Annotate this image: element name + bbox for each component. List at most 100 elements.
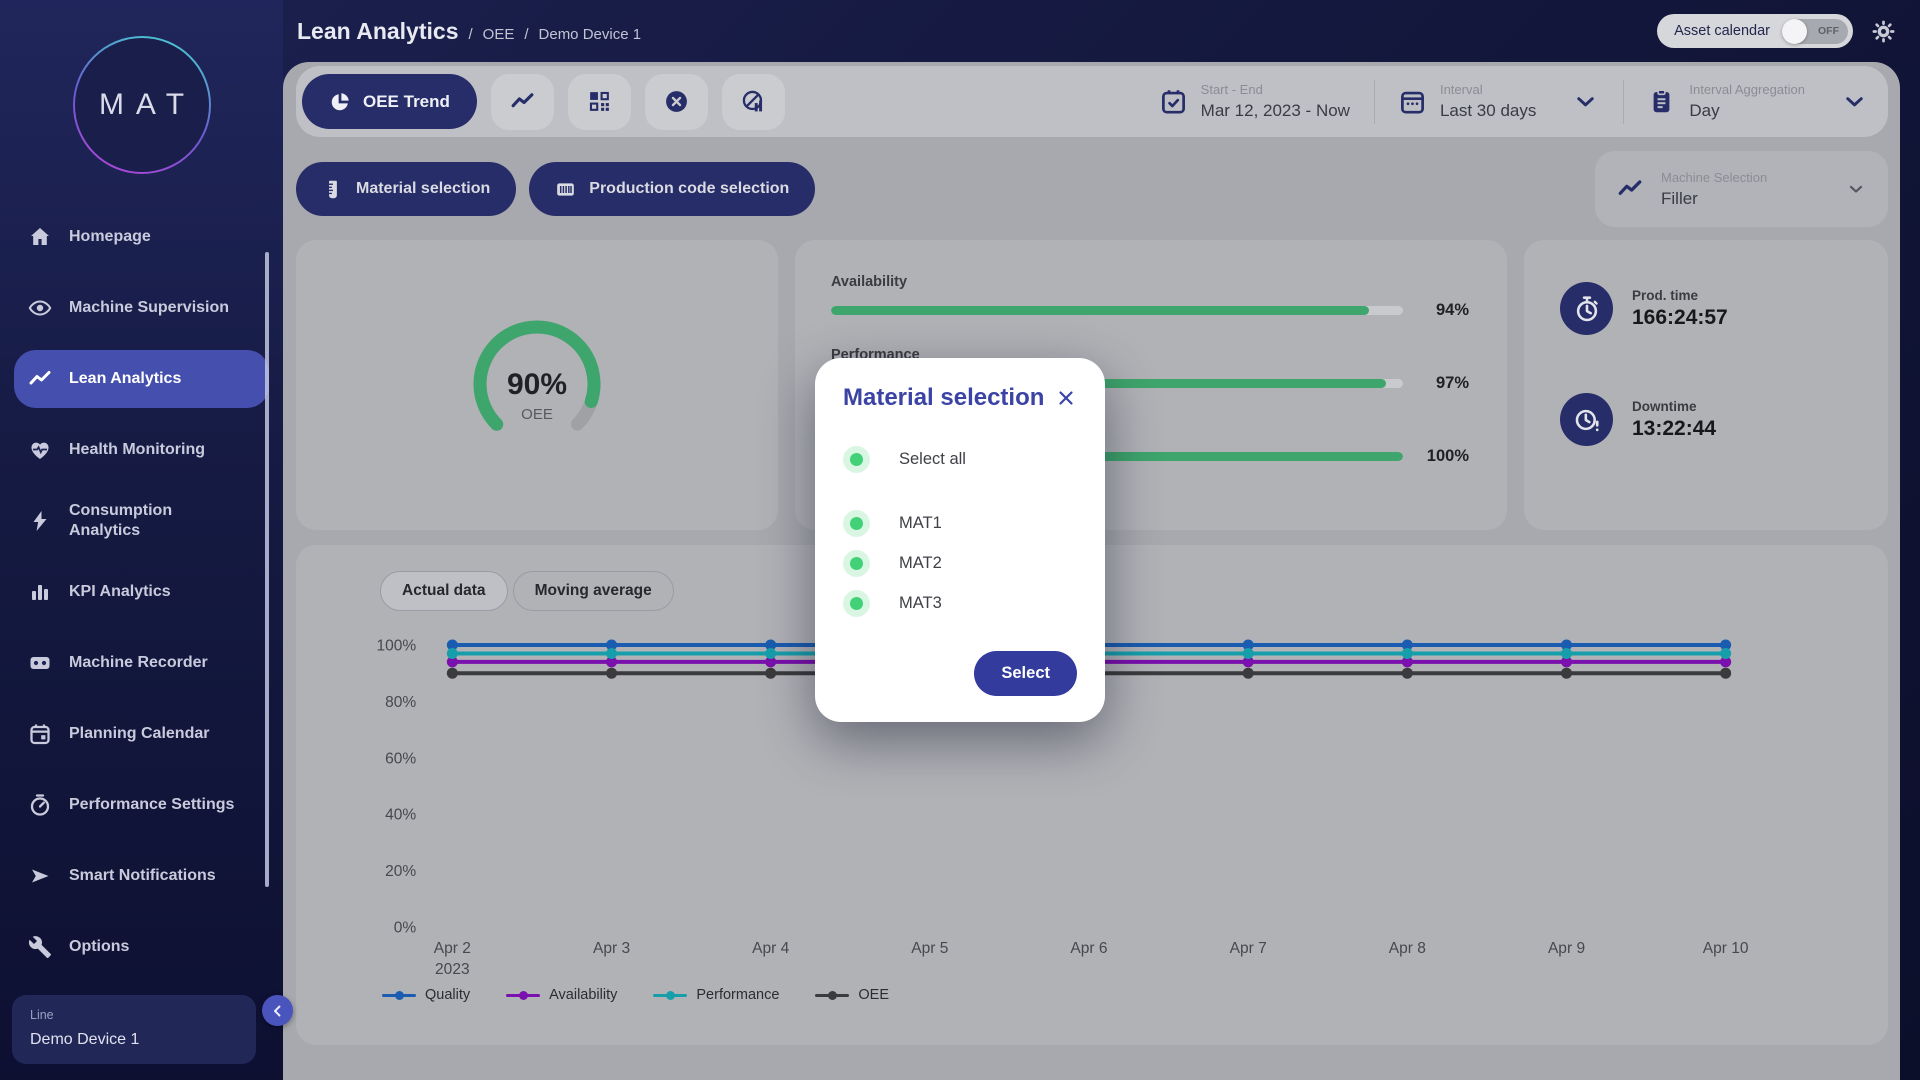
times-card: Prod. time 166:24:57 Downtime 13:22:44: [1524, 240, 1888, 530]
breadcrumb-separator: /: [468, 26, 472, 43]
sidebar-item-kpi-analytics[interactable]: KPI Analytics: [14, 563, 269, 621]
pareto-chart-icon: [741, 89, 766, 114]
sidebar-item-performance-settings[interactable]: Performance Settings: [14, 776, 269, 834]
sidebar-item-label: Options: [69, 937, 129, 957]
tab-actual-data[interactable]: Actual data: [380, 571, 508, 611]
send-icon: [28, 864, 52, 888]
material-selection-modal: Material selection Select all MAT1 MAT2 MAT…: [815, 358, 1105, 722]
machine-selection-dropdown[interactable]: Machine Selection Filler: [1595, 151, 1888, 227]
production-code-selection-button[interactable]: Production code selection: [529, 162, 815, 216]
sidebar-item-lean-analytics[interactable]: Lean Analytics: [14, 350, 269, 408]
sidebar-nav: Homepage Machine Supervision Lean Analytic…: [0, 208, 283, 976]
svg-text:Apr 3: Apr 3: [593, 940, 630, 957]
legend-label: OEE: [858, 987, 889, 1003]
sidebar-item-smart-notifications[interactable]: Smart Notifications: [14, 847, 269, 905]
device-card-value: Demo Device 1: [30, 1031, 238, 1049]
flask-icon: [322, 179, 343, 200]
interval-value: Last 30 days: [1440, 101, 1536, 121]
legend-item-availability[interactable]: Availability: [506, 987, 617, 1003]
modal-title: Material selection: [843, 384, 1044, 412]
svg-text:Apr 8: Apr 8: [1389, 940, 1426, 957]
modal-option-mat2[interactable]: MAT2: [843, 550, 1077, 577]
radio-selected-icon[interactable]: [843, 590, 870, 617]
sidebar-item-label: Performance Settings: [69, 795, 234, 815]
sidebar-item-health-monitoring[interactable]: Health Monitoring: [14, 421, 269, 479]
kpi-bar-availability: Availability94%: [831, 274, 1469, 320]
aggregation-value: Day: [1689, 101, 1805, 121]
bolt-icon: [28, 509, 52, 533]
sidebar-item-label: KPI Analytics: [69, 582, 171, 602]
trend-view-button[interactable]: [491, 74, 554, 130]
sidebar-item-homepage[interactable]: Homepage: [14, 208, 269, 266]
svg-text:2023: 2023: [435, 961, 470, 978]
topbar: Lean Analytics / OEE / Demo Device 1 Ass…: [283, 0, 1920, 62]
svg-text:80%: 80%: [385, 694, 416, 711]
sidebar-item-consumption-analytics[interactable]: Consumption Analytics: [14, 492, 269, 550]
aggregation-field[interactable]: Interval Aggregation Day: [1624, 82, 1868, 121]
sidebar-item-machine-supervision[interactable]: Machine Supervision: [14, 279, 269, 337]
tab-moving-average[interactable]: Moving average: [513, 571, 674, 611]
interval-label: Interval: [1440, 82, 1536, 97]
svg-text:Apr 10: Apr 10: [1703, 940, 1749, 957]
pie-chart-icon: [329, 91, 351, 113]
sidebar-item-label: Consumption Analytics: [69, 501, 244, 540]
legend-item-oee[interactable]: OEE: [815, 987, 889, 1003]
radio-selected-icon[interactable]: [843, 446, 870, 473]
asset-calendar-toggle-pill[interactable]: Asset calendar OFF: [1657, 14, 1853, 48]
oee-gauge-card: 90% OEE: [296, 240, 778, 530]
modal-option-mat3[interactable]: MAT3: [843, 590, 1077, 617]
legend-item-performance[interactable]: Performance: [653, 987, 779, 1003]
modal-options: Select all MAT1 MAT2 MAT3: [843, 446, 1077, 617]
clipboard-icon: [1648, 88, 1675, 115]
sidebar-scrollbar[interactable]: [265, 252, 269, 887]
qr-grid-icon: [587, 89, 612, 114]
machine-selection-label: Machine Selection: [1661, 170, 1767, 185]
kpi-bar-value: 100%: [1421, 447, 1469, 466]
prod-time-label: Prod. time: [1632, 288, 1728, 303]
prod-time-row: Prod. time 166:24:57: [1560, 282, 1858, 335]
modal-option-label: MAT2: [899, 554, 942, 573]
settings-gear-icon[interactable]: [1871, 19, 1896, 44]
oee-trend-button[interactable]: OEE Trend: [302, 74, 477, 129]
oee-gauge: 90% OEE: [452, 306, 622, 464]
clock-alert-icon: [1573, 406, 1601, 434]
close-icon[interactable]: [1055, 387, 1077, 409]
chevron-down-icon: [1846, 179, 1866, 199]
eye-icon: [28, 296, 52, 320]
oee-gauge-value: 90%: [452, 368, 622, 402]
asset-calendar-label: Asset calendar: [1674, 23, 1770, 39]
start-end-value: Mar 12, 2023 - Now: [1201, 101, 1350, 121]
production-code-selection-label: Production code selection: [589, 180, 789, 198]
kpi-bar-track: [831, 306, 1403, 315]
sidebar-item-label: Health Monitoring: [69, 440, 205, 460]
device-card: Line Demo Device 1: [12, 995, 256, 1064]
sidebar-item-machine-recorder[interactable]: Machine Recorder: [14, 634, 269, 692]
toolbar: OEE Trend Start - End Mar 12, 2023 - Now: [296, 66, 1888, 137]
interval-field[interactable]: Interval Last 30 days: [1375, 82, 1623, 121]
sidebar-item-label: Planning Calendar: [69, 724, 209, 744]
sidebar-item-label: Machine Recorder: [69, 653, 208, 673]
legend-item-quality[interactable]: Quality: [382, 987, 470, 1003]
modal-option-mat1[interactable]: MAT1: [843, 510, 1077, 537]
modal-option-label: MAT3: [899, 594, 942, 613]
svg-text:Apr 6: Apr 6: [1070, 940, 1107, 957]
select-button[interactable]: Select: [974, 651, 1077, 696]
legend-label: Performance: [696, 987, 779, 1003]
sidebar-item-planning-calendar[interactable]: Planning Calendar: [14, 705, 269, 763]
pareto-view-button[interactable]: [722, 74, 785, 130]
losses-view-button[interactable]: [645, 74, 708, 130]
modal-option-label: MAT1: [899, 514, 942, 533]
prod-time-value: 166:24:57: [1632, 306, 1728, 330]
asset-calendar-switch[interactable]: OFF: [1782, 19, 1848, 44]
start-end-field[interactable]: Start - End Mar 12, 2023 - Now: [1136, 82, 1374, 121]
sidebar-item-options[interactable]: Options: [14, 918, 269, 976]
chevron-down-icon: [1572, 88, 1599, 115]
radio-selected-icon[interactable]: [843, 510, 870, 537]
grid-view-button[interactable]: [568, 74, 631, 130]
radio-selected-icon[interactable]: [843, 550, 870, 577]
downtime-label: Downtime: [1632, 399, 1716, 414]
modal-option-select-all[interactable]: Select all: [843, 446, 1077, 473]
material-selection-button[interactable]: Material selection: [296, 162, 516, 216]
sidebar-collapse-button[interactable]: [262, 995, 293, 1026]
modal-option-label: Select all: [899, 450, 966, 469]
